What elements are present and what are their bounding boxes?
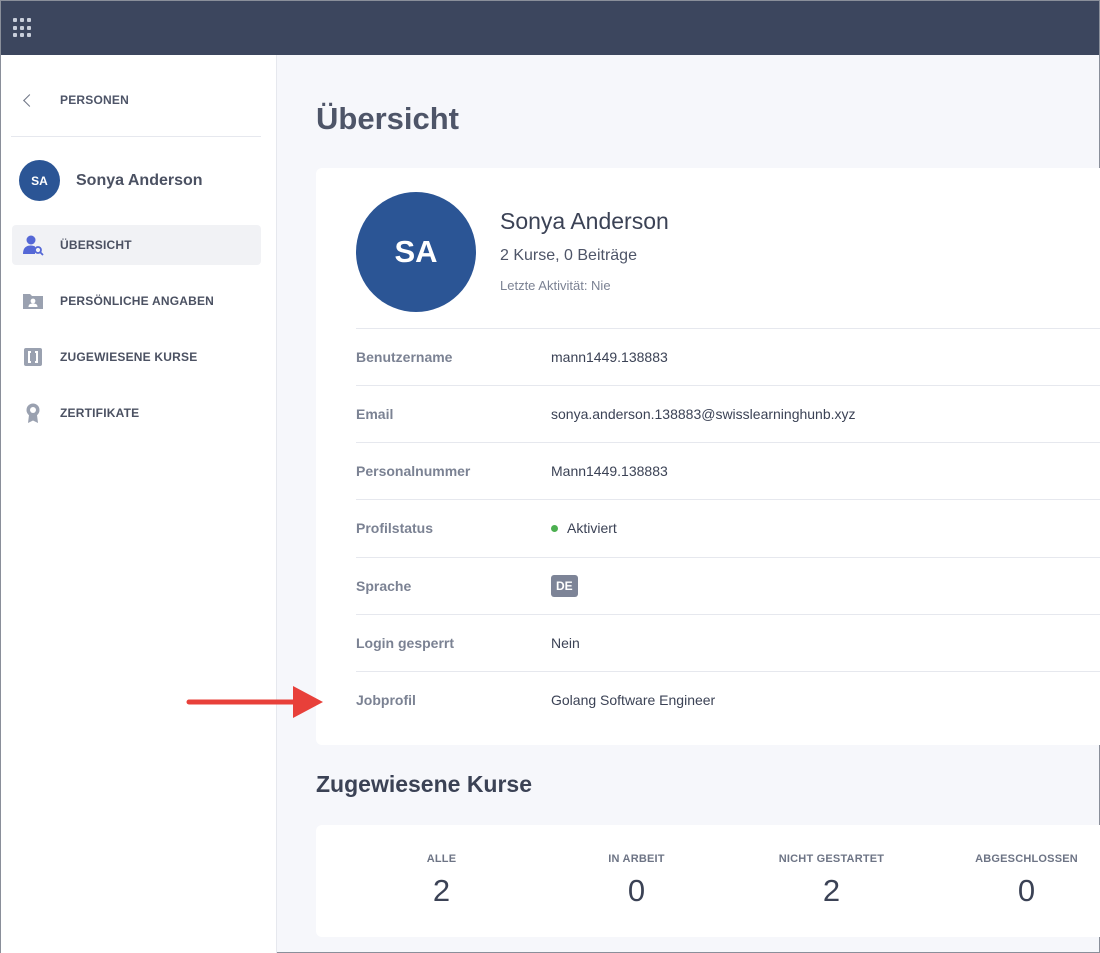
back-to-personen-link[interactable]: PERSONEN [19,89,129,111]
sidebar-user: SA Sonya Anderson [19,160,203,201]
stat-value: 2 [822,873,841,908]
sidebar-item-label: ZUGEWIESENE KURSE [60,350,198,364]
field-value: Nein [551,635,580,651]
annotation-arrow-icon [186,686,323,718]
stat-label: NICHT GESTARTET [778,853,885,865]
back-label: PERSONEN [60,93,129,107]
page-title: Übersicht [316,101,459,136]
stat-nicht-gestartet[interactable]: NICHT GESTARTET 2 [734,853,929,909]
courses-icon [22,346,44,368]
field-value: Mann1449.138883 [551,463,668,479]
stat-value: 2 [432,873,451,908]
field-row-personalnummer: Personalnummer Mann1449.138883 [356,442,1100,499]
field-row-jobprofil: Jobprofil Golang Software Engineer [356,671,1100,728]
field-label: Benutzername [356,349,453,365]
field-label: Sprache [356,578,412,594]
language-badge: DE [551,575,578,597]
sidebar-item-zugewiesene-kurse[interactable]: ZUGEWIESENE KURSE [12,337,261,377]
sidebar-item-zertifikate[interactable]: ZERTIFIKATE [12,393,261,433]
field-value-language: DE [551,575,578,600]
sidebar-username: Sonya Anderson [76,171,203,189]
sidebar-divider [11,136,261,137]
sidebar-item-label: ZERTIFIKATE [60,406,140,420]
sidebar-item-persoenliche-angaben[interactable]: PERSÖNLICHE ANGABEN [12,281,261,321]
top-bar [1,1,1099,55]
stat-in-arbeit[interactable]: IN ARBEIT 0 [539,853,734,909]
sidebar-item-label: PERSÖNLICHE ANGABEN [60,294,215,308]
courses-section-title: Zugewiesene Kurse [316,771,533,797]
field-row-sprache: Sprache DE [356,557,1100,614]
profile-stats: 2 Kurse, 0 Beiträge [500,247,637,264]
field-row-profilstatus: Profilstatus Aktiviert [356,499,1100,556]
apps-grid-icon[interactable] [13,18,33,38]
profile-avatar: SA [356,192,476,312]
stat-abgeschlossen[interactable]: ABGESCHLOSSEN 0 [929,853,1100,909]
stat-label: ALLE [426,853,457,865]
profile-name: Sonya Anderson [500,208,669,234]
field-row-benutzername: Benutzername mann1449.138883 [356,328,1100,385]
field-label: Login gesperrt [356,635,455,651]
sidebar-item-label: ÜBERSICHT [60,238,132,252]
certificate-icon [22,402,44,424]
sidebar-item-uebersicht[interactable]: ÜBERSICHT [12,225,261,265]
course-stats-card: ALLE 2 IN ARBEIT 0 NICHT GESTARTET 2 ABG… [316,825,1100,937]
field-row-email: Email sonya.anderson.138883@swisslearnin… [356,385,1100,442]
status-dot-icon [551,524,558,532]
avatar: SA [19,160,60,201]
stat-label: IN ARBEIT [608,853,665,865]
field-value: mann1449.138883 [551,349,668,365]
user-search-icon [22,234,44,256]
field-label: Personalnummer [356,463,471,479]
stat-value: 0 [627,873,646,908]
field-value: sonya.anderson.138883@swisslearninghunb.… [551,406,856,422]
profile-card: SA Sonya Anderson 2 Kurse, 0 Beiträge Le… [316,168,1100,745]
chevron-left-icon [23,93,36,107]
field-row-login-gesperrt: Login gesperrt Nein [356,614,1100,671]
stat-label: ABGESCHLOSSEN [975,853,1078,865]
field-value: Golang Software Engineer [551,692,716,708]
status-text: Aktiviert [567,520,617,536]
field-label: Profilstatus [356,520,434,536]
field-value-status: Aktiviert [551,520,617,536]
field-label: Jobprofil [356,692,416,708]
profile-last-activity: Letzte Aktivität: Nie [500,278,611,293]
sidebar: PERSONEN SA Sonya Anderson ÜBERSICHT PER… [1,55,277,953]
id-folder-icon [22,290,44,312]
stat-alle[interactable]: ALLE 2 [344,853,539,909]
field-label: Email [356,406,394,422]
stat-value: 0 [1017,873,1036,908]
